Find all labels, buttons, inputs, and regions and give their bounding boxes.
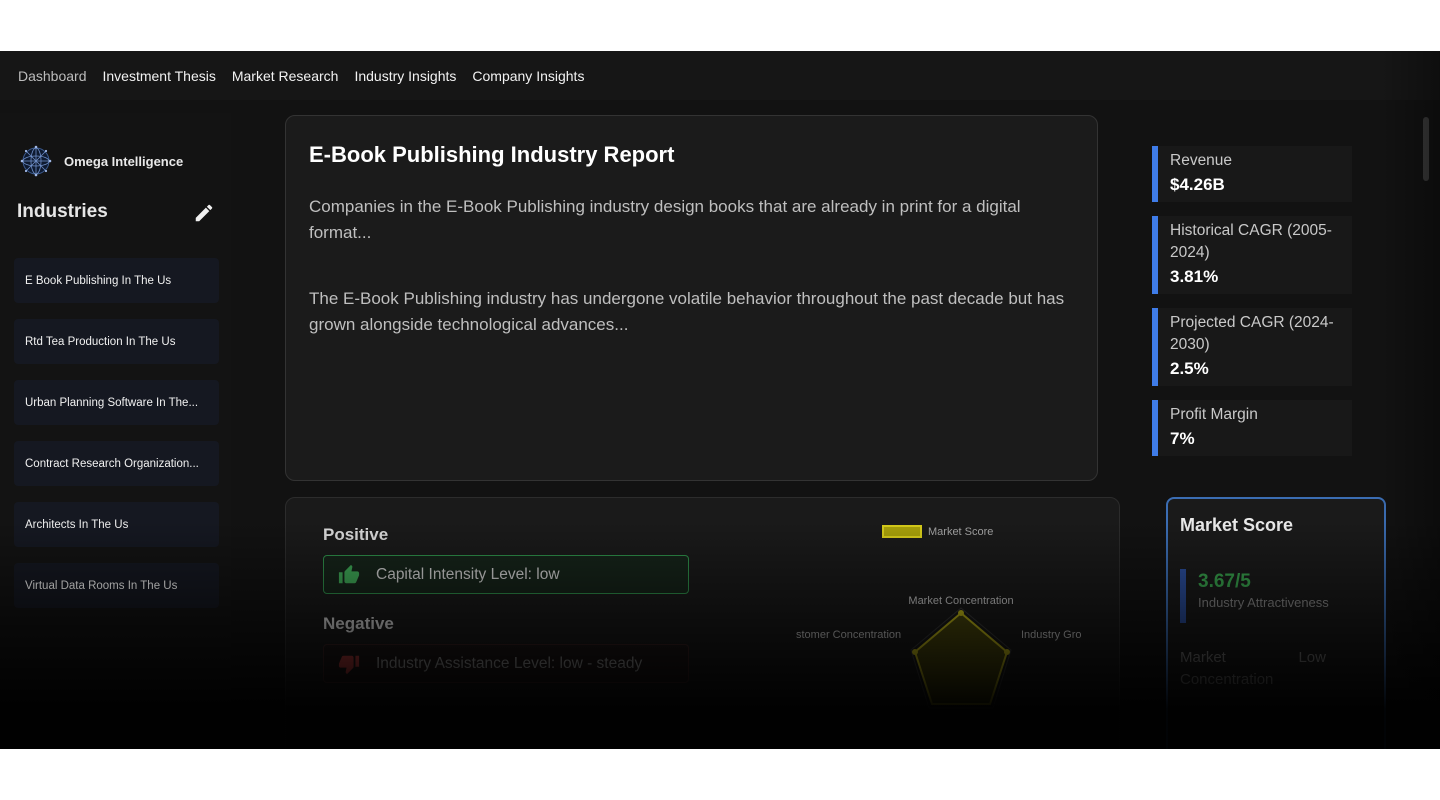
metric-revenue: Revenue $4.26B: [1152, 146, 1352, 202]
market-score-title: Market Score: [1180, 515, 1294, 535]
scrollbar-thumb[interactable]: [1423, 117, 1429, 181]
market-score-value: 3.67/5: [1198, 571, 1251, 592]
nav-industry-insights[interactable]: Industry Insights: [354, 68, 456, 84]
app-window: Dashboard Investment Thesis Market Resea…: [0, 51, 1440, 749]
thumbs-up-icon: [338, 564, 360, 583]
industry-item-architects[interactable]: Architects In The Us: [14, 502, 219, 547]
nav-dashboard[interactable]: Dashboard: [18, 68, 87, 84]
metric-label: Projected CAGR (2024-2030): [1170, 314, 1334, 353]
radar-point: [1004, 649, 1010, 655]
industry-item-urban-planning[interactable]: Urban Planning Software In The...: [14, 380, 219, 425]
radar-series: [913, 611, 1009, 705]
metric-profit-margin: Profit Margin 7%: [1152, 400, 1352, 456]
market-score-row-value: Low: [1298, 649, 1326, 666]
metric-value: $4.26B: [1170, 175, 1225, 194]
radar-label-left: stomer Concentration: [796, 629, 901, 641]
metric-historical-cagr: Historical CAGR (2005-2024) 3.81%: [1152, 216, 1352, 294]
legend-label: Market Score: [928, 525, 994, 538]
thumbs-down-icon: [338, 655, 360, 674]
report-summary: Companies in the E-Book Publishing indus…: [309, 197, 1021, 242]
radar-point: [958, 610, 964, 616]
industry-list: E Book Publishing In The Us Rtd Tea Prod…: [14, 258, 219, 624]
market-score-card: Market Score 3.67/5 Industry Attractiven…: [1166, 497, 1386, 749]
chart-legend[interactable]: Market Score: [882, 525, 993, 538]
nav-market-research[interactable]: Market Research: [232, 68, 339, 84]
metric-value: 2.5%: [1170, 359, 1209, 378]
positive-factor-text: Capital Intensity Level: low: [376, 565, 560, 583]
radar-label-right: Industry Gro: [1021, 629, 1082, 641]
report-performance: The E-Book Publishing industry has under…: [309, 289, 1065, 334]
negative-heading: Negative: [323, 614, 394, 633]
metric-value: 7%: [1170, 429, 1195, 448]
top-navigation: Dashboard Investment Thesis Market Resea…: [0, 51, 1440, 100]
sidebar: Omega Intelligence Industries E Book Pub…: [0, 113, 231, 749]
key-metrics: Revenue $4.26B Historical CAGR (2005-202…: [1152, 146, 1352, 470]
positive-factor: Capital Intensity Level: low: [323, 555, 689, 594]
factors-card: Positive Capital Intensity Level: low Ne…: [285, 497, 1120, 749]
industries-heading: Industries: [17, 201, 108, 222]
report-title: E-Book Publishing Industry Report: [309, 142, 675, 167]
industry-item-rtd-tea[interactable]: Rtd Tea Production In The Us: [14, 319, 219, 364]
market-score-block: 3.67/5 Industry Attractiveness: [1180, 569, 1329, 623]
market-score-row-label: Market Concentration: [1180, 649, 1274, 688]
negative-factor: Industry Assistance Level: low - steady: [323, 644, 689, 683]
metric-label: Profit Margin: [1170, 406, 1258, 423]
legend-swatch: [882, 525, 922, 538]
radar-label-top: Market Concentration: [908, 595, 1013, 607]
negative-factor-text: Industry Assistance Level: low - steady: [376, 654, 643, 672]
right-fade-overlay: [1380, 51, 1440, 749]
metric-value: 3.81%: [1170, 267, 1219, 286]
pencil-icon[interactable]: [193, 202, 215, 224]
radar-chart: Market Concentration stomer Concentratio…: [796, 595, 1082, 709]
globe-logo-icon: [20, 145, 52, 177]
market-score-subtitle: Industry Attractiveness: [1198, 595, 1329, 610]
metric-label: Revenue: [1170, 152, 1233, 169]
report-card: E-Book Publishing Industry Report Compan…: [285, 115, 1098, 481]
brand[interactable]: Omega Intelligence: [18, 143, 183, 179]
industry-item-contract-research[interactable]: Contract Research Organization...: [14, 441, 219, 486]
metric-projected-cagr: Projected CAGR (2024-2030) 2.5%: [1152, 308, 1352, 386]
market-score-row: Market Concentration Low: [1180, 647, 1376, 691]
metric-label: Historical CAGR (2005-2024): [1170, 222, 1332, 261]
positive-heading: Positive: [323, 525, 389, 544]
industry-item-virtual-data-rooms[interactable]: Virtual Data Rooms In The Us: [14, 563, 219, 608]
brand-name: Omega Intelligence: [64, 153, 184, 169]
industry-item-ebook[interactable]: E Book Publishing In The Us: [14, 258, 219, 303]
nav-investment-thesis[interactable]: Investment Thesis: [103, 68, 216, 84]
nav-company-insights[interactable]: Company Insights: [472, 68, 584, 84]
radar-point: [912, 649, 918, 655]
